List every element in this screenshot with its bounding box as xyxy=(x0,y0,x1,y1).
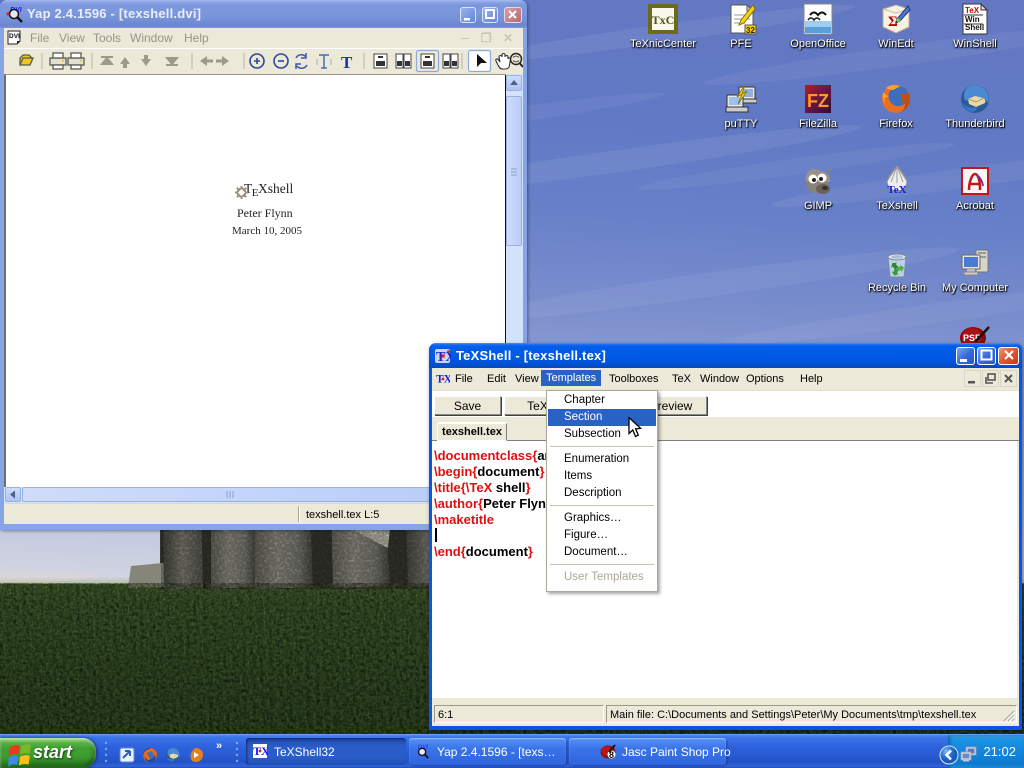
svg-text:FZ: FZ xyxy=(807,91,829,111)
svg-text:T: T xyxy=(341,53,353,72)
svg-text:TeX: TeX xyxy=(887,184,906,196)
svg-text:TeX: TeX xyxy=(965,6,980,15)
svg-text:DVI: DVI xyxy=(9,33,20,40)
svg-text:32: 32 xyxy=(746,26,755,35)
svg-text:TxC: TxC xyxy=(652,13,675,27)
